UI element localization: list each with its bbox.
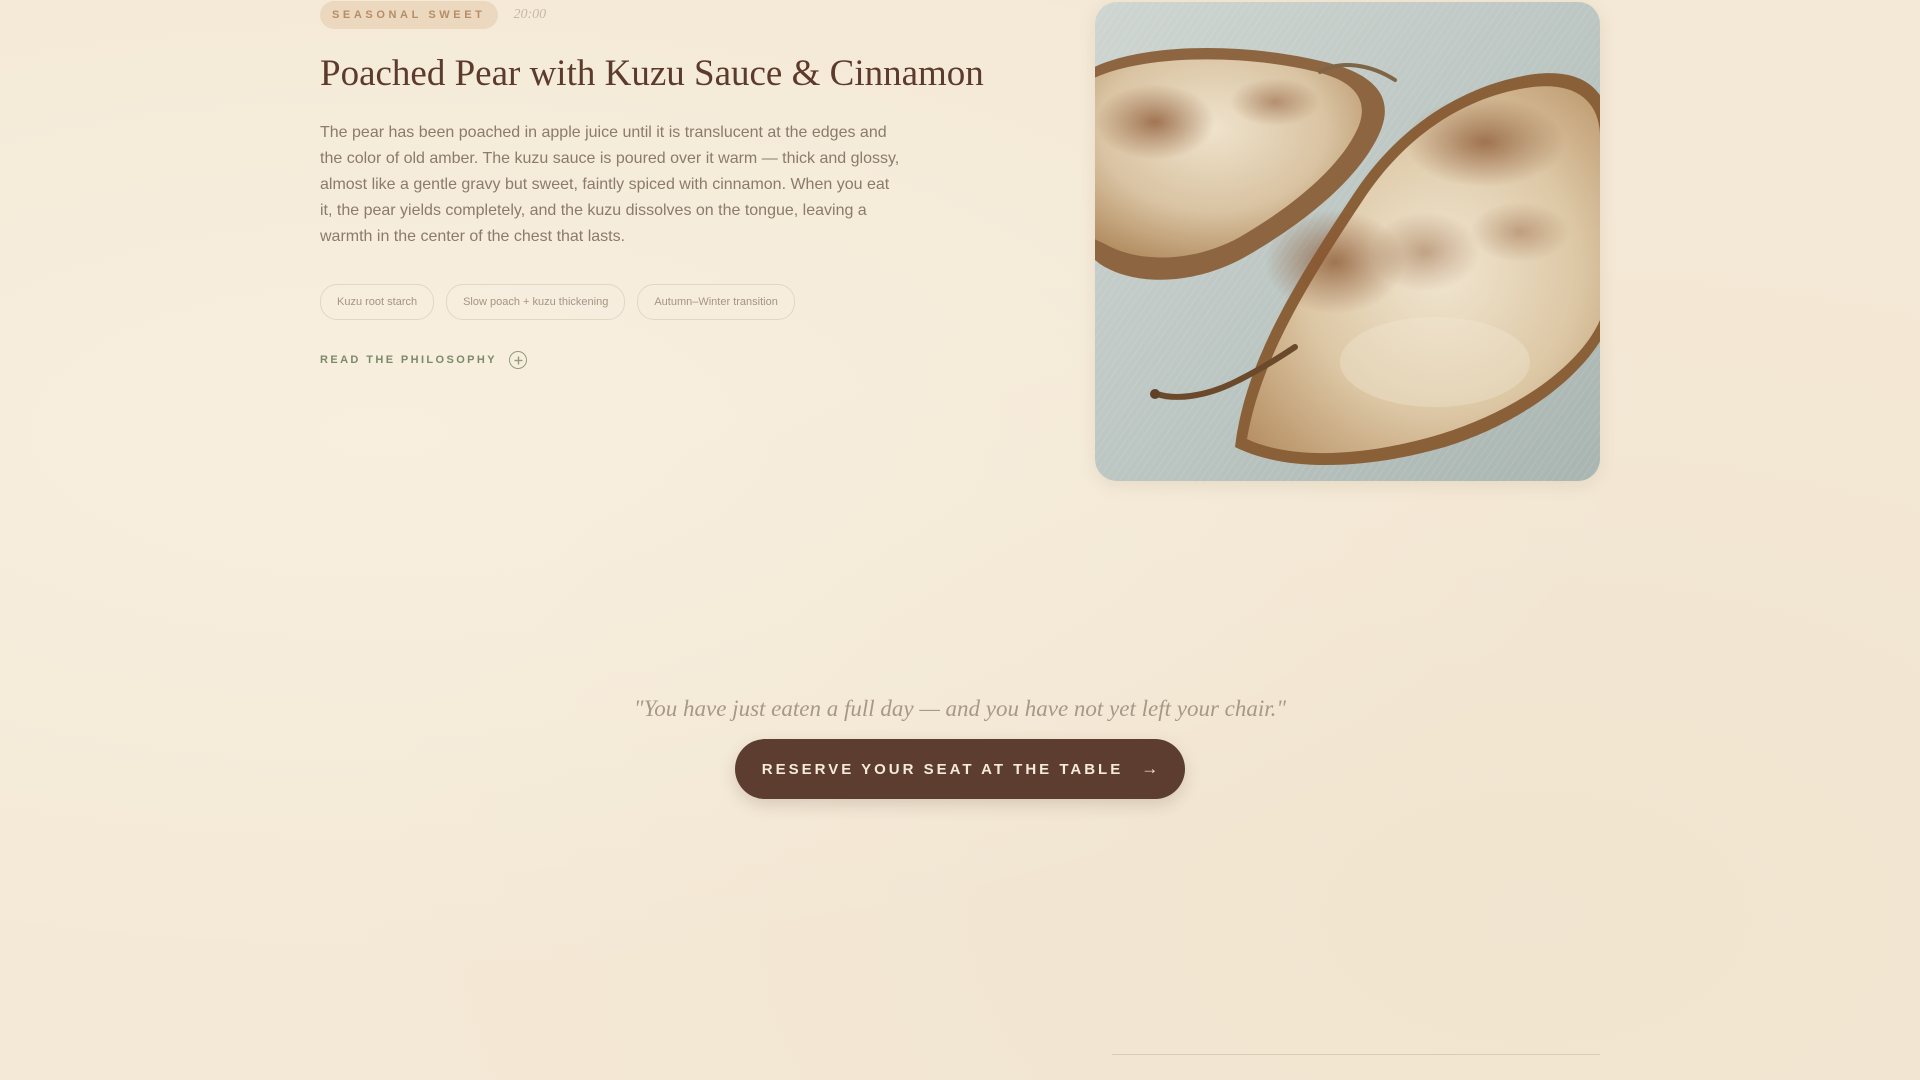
read-philosophy-link[interactable]: READ THE PHILOSOPHY [320,351,528,370]
page: SEASONAL SWEET 20:00 Poached Pear with K… [0,0,1920,1080]
course-title: Poached Pear with Kuzu Sauce & Cinnamon [320,53,984,94]
course-description: The pear has been poached in apple juice… [320,124,900,246]
plus-icon [514,356,523,365]
tag-technique: Slow poach + kuzu thickening [446,284,626,321]
plus-circle-icon [509,351,528,370]
course-tags: Kuzu root starch Slow poach + kuzu thick… [320,284,1020,321]
reserve-seat-label: RESERVE YOUR SEAT AT THE TABLE [761,760,1124,778]
arrow-right-icon: → [1141,759,1159,778]
course-time: 20:00 [513,7,547,22]
poached-pear-photo [1095,2,1600,481]
footer-divider [1112,1054,1600,1055]
reserve-seat-button[interactable]: RESERVE YOUR SEAT AT THE TABLE → [735,739,1185,799]
course-category-badge: SEASONAL SWEET [320,1,498,29]
read-philosophy-label: READ THE PHILOSOPHY [320,354,498,367]
tag-season: Autumn–Winter transition [637,284,795,321]
course-meta: SEASONAL SWEET 20:00 [320,0,1020,30]
course-section: SEASONAL SWEET 20:00 Poached Pear with K… [320,0,1020,370]
tag-ingredient: Kuzu root starch [320,284,435,321]
closing-quote: "You have just eaten a full day — and yo… [633,696,1287,721]
